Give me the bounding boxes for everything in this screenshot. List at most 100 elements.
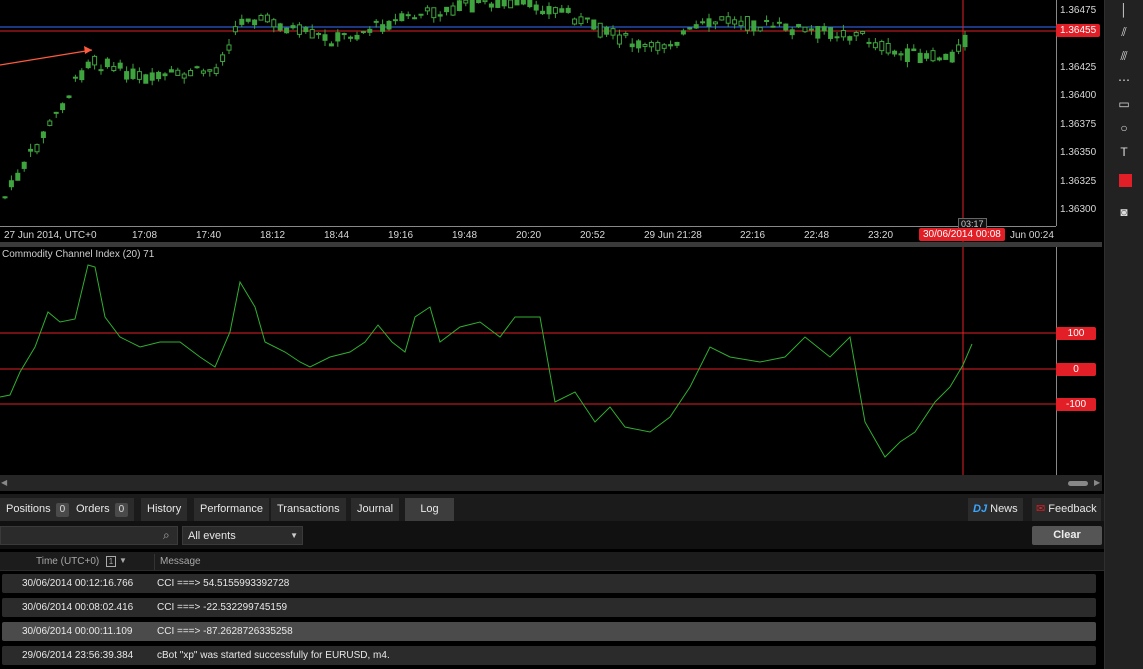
log-search-input[interactable] <box>0 526 178 545</box>
feedback-icon: ✉ <box>1036 503 1046 515</box>
news-label: News <box>990 503 1018 515</box>
candle-body <box>904 48 910 62</box>
candle-body <box>591 19 597 30</box>
tab-positions[interactable]: Positions 0 <box>0 498 76 521</box>
candle-body <box>540 10 546 15</box>
candle-body <box>802 26 808 33</box>
candle-body <box>821 26 827 32</box>
events-filter-select[interactable]: All events ▼ <box>182 526 303 545</box>
candle-body <box>847 36 853 41</box>
line-tool-icon[interactable]: │ <box>1116 2 1132 18</box>
price-chart[interactable]: 1.36475 1.36425 1.36400 1.36375 1.36350 … <box>0 0 1102 242</box>
candle-body <box>943 53 949 60</box>
candle-body <box>514 0 520 6</box>
log-time: 30/06/2014 00:00:11.109 <box>22 626 133 637</box>
trading-platform: 1.36475 1.36425 1.36400 1.36375 1.36350 … <box>0 0 1143 669</box>
candle-body <box>623 33 629 36</box>
candle-body <box>424 7 430 12</box>
candle-body <box>188 70 194 77</box>
candle-body <box>303 26 309 33</box>
clear-button[interactable]: Clear <box>1032 526 1102 545</box>
tab-transactions[interactable]: Transactions <box>271 498 346 521</box>
chart-scrollbar[interactable] <box>0 475 1102 491</box>
candle-body <box>559 8 565 13</box>
candle-body <box>392 19 398 22</box>
candle-body <box>751 20 757 32</box>
rectangle-icon[interactable]: ▭ <box>1116 96 1132 112</box>
time-axis <box>0 226 1056 227</box>
candle-body <box>488 3 494 8</box>
scroll-left-icon[interactable]: ◀ <box>1 478 7 487</box>
candle-body <box>341 33 347 36</box>
candle-body <box>936 57 942 61</box>
sort-chevron-icon[interactable]: ▼ <box>119 556 127 565</box>
time-tick: 20:20 <box>516 230 542 241</box>
candle-body <box>949 51 955 63</box>
time-tick: 22:48 <box>804 230 830 241</box>
candle-body <box>584 17 590 20</box>
candle-body <box>655 42 661 51</box>
pitchfork-icon[interactable]: ⫽ <box>1116 24 1132 40</box>
log-message: CCI ===> -87.2628726335258 <box>157 626 293 637</box>
candle-body <box>444 6 450 13</box>
column-header-time[interactable]: Time (UTC+0) <box>36 556 99 567</box>
events-filter-value: All events <box>188 530 236 542</box>
log-time: 29/06/2014 23:56:39.384 <box>22 650 134 661</box>
log-message: CCI ===> 54.5155993392728 <box>157 578 290 589</box>
candle-body <box>66 95 72 98</box>
tab-history[interactable]: History <box>141 498 188 521</box>
candle-body <box>866 41 872 44</box>
cci-level-tag: 0 <box>1056 363 1096 376</box>
candle-body <box>815 26 821 39</box>
cci-chart[interactable] <box>0 247 1102 475</box>
text-icon[interactable]: T <box>1116 144 1132 160</box>
candle-body <box>520 0 526 5</box>
cci-indicator-pane[interactable] <box>0 247 1102 475</box>
candle-body <box>783 23 789 31</box>
scroll-right-icon[interactable]: ▶ <box>1094 478 1100 487</box>
candle-body <box>252 19 258 26</box>
chevron-down-icon: ▼ <box>290 531 298 540</box>
candle-body <box>495 0 501 8</box>
candle-body <box>8 180 14 188</box>
price-tick: 1.36350 <box>1060 147 1097 158</box>
candle-body <box>53 111 59 114</box>
candle-body <box>725 16 731 24</box>
candle-body <box>872 42 878 49</box>
column-divider <box>154 554 155 570</box>
candle-body <box>527 0 533 8</box>
candle-body <box>687 27 693 30</box>
candle-body <box>200 70 206 74</box>
candle-body <box>456 0 462 12</box>
candle-body <box>162 73 168 77</box>
tab-log[interactable]: Log <box>405 498 454 521</box>
candle-body <box>764 19 770 22</box>
scroll-thumb[interactable] <box>1068 481 1088 486</box>
column-header-message[interactable]: Message <box>160 556 201 567</box>
candle-body <box>610 28 616 36</box>
candle-body <box>98 69 104 72</box>
fib-icon[interactable]: ⫻ <box>1116 48 1132 64</box>
color-swatch-icon[interactable] <box>1119 174 1132 187</box>
candle-body <box>175 69 181 76</box>
candlestick-chart[interactable] <box>0 0 1102 242</box>
candle-body <box>463 0 469 4</box>
fib-retracement-icon[interactable]: ⋯ <box>1116 72 1132 88</box>
log-time: 30/06/2014 00:08:02.416 <box>22 602 134 613</box>
camera-icon[interactable]: ◙ <box>1116 204 1132 220</box>
tab-performance[interactable]: Performance <box>194 498 269 521</box>
trend-arrow <box>84 46 92 54</box>
news-button[interactable]: DJ News <box>968 498 1023 521</box>
tab-journal[interactable]: Journal <box>351 498 400 521</box>
sort-indicator-icon[interactable]: 1 <box>106 556 116 567</box>
tab-orders[interactable]: Orders 0 <box>70 498 135 521</box>
candle-body <box>572 18 578 25</box>
feedback-button[interactable]: ✉ Feedback <box>1032 498 1101 521</box>
candle-body <box>917 52 923 64</box>
candle-body <box>124 71 130 80</box>
cci-level-tag: 100 <box>1056 327 1096 340</box>
candle-body <box>431 7 437 19</box>
candle-body <box>245 18 251 22</box>
candle-body <box>149 72 155 81</box>
ellipse-icon[interactable]: ○ <box>1116 120 1132 136</box>
